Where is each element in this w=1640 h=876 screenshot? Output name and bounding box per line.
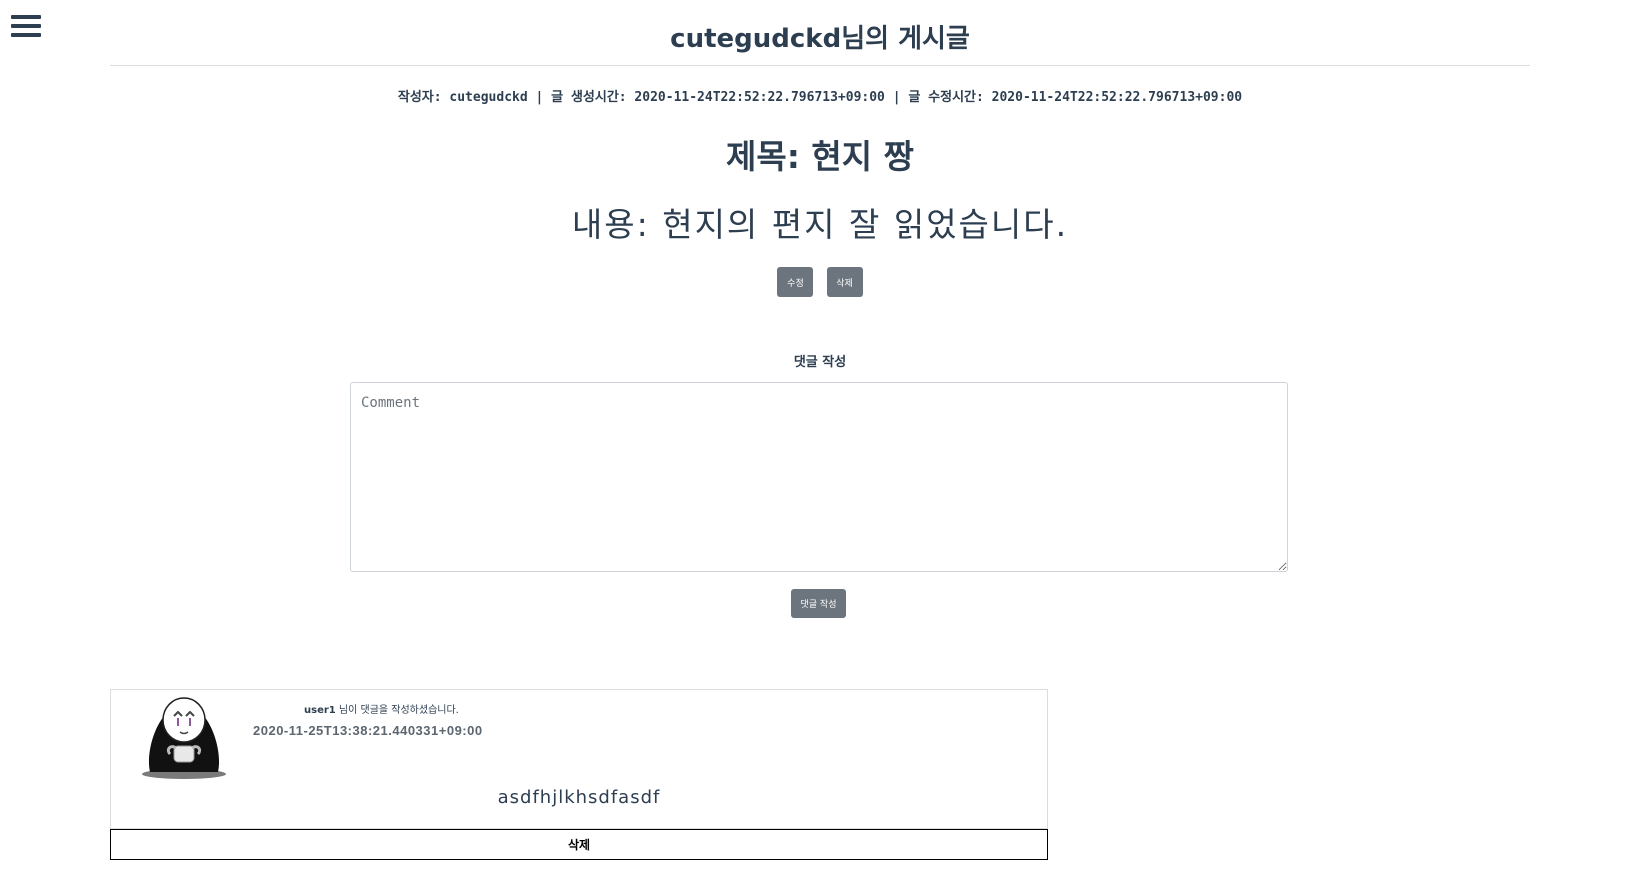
post-actions: 수정 삭제 <box>0 267 1640 297</box>
comment-form-heading: 댓글 작성 <box>793 355 847 370</box>
comment-input[interactable] <box>350 382 1288 572</box>
delete-comment-button[interactable]: 삭제 <box>110 829 1048 860</box>
edit-post-button[interactable]: 수정 <box>777 267 814 297</box>
post-content: 내용: 현지의 편지 잘 읽었습니다. <box>571 205 1069 244</box>
comment-author-line: user1 님이 댓글을 작성하셨습니다. <box>304 701 459 716</box>
page-title: cutegudckd님의 게시글 <box>670 24 970 54</box>
comment-submit-button[interactable]: 댓글 작성 <box>791 589 846 618</box>
post-meta: 작성자: cutegudckd | 글 생성시간: 2020-11-24T22:… <box>397 90 1243 105</box>
comment-body: asdfhjlkhsdfasdf <box>497 787 661 808</box>
no-face-character-avatar <box>142 697 226 779</box>
comment-timestamp: 2020-11-25T13:38:21.440331+09:00 <box>253 723 483 738</box>
title-divider <box>110 65 1530 66</box>
comment-card: user1 님이 댓글을 작성하셨습니다. 2020-11-25T13:38:2… <box>110 689 1048 829</box>
post-title: 제목: 현지 짱 <box>726 137 914 176</box>
comment-username: user1 <box>304 705 336 716</box>
comment-author-suffix: 님이 댓글을 작성하셨습니다. <box>335 705 459 716</box>
delete-post-button[interactable]: 삭제 <box>826 267 863 297</box>
